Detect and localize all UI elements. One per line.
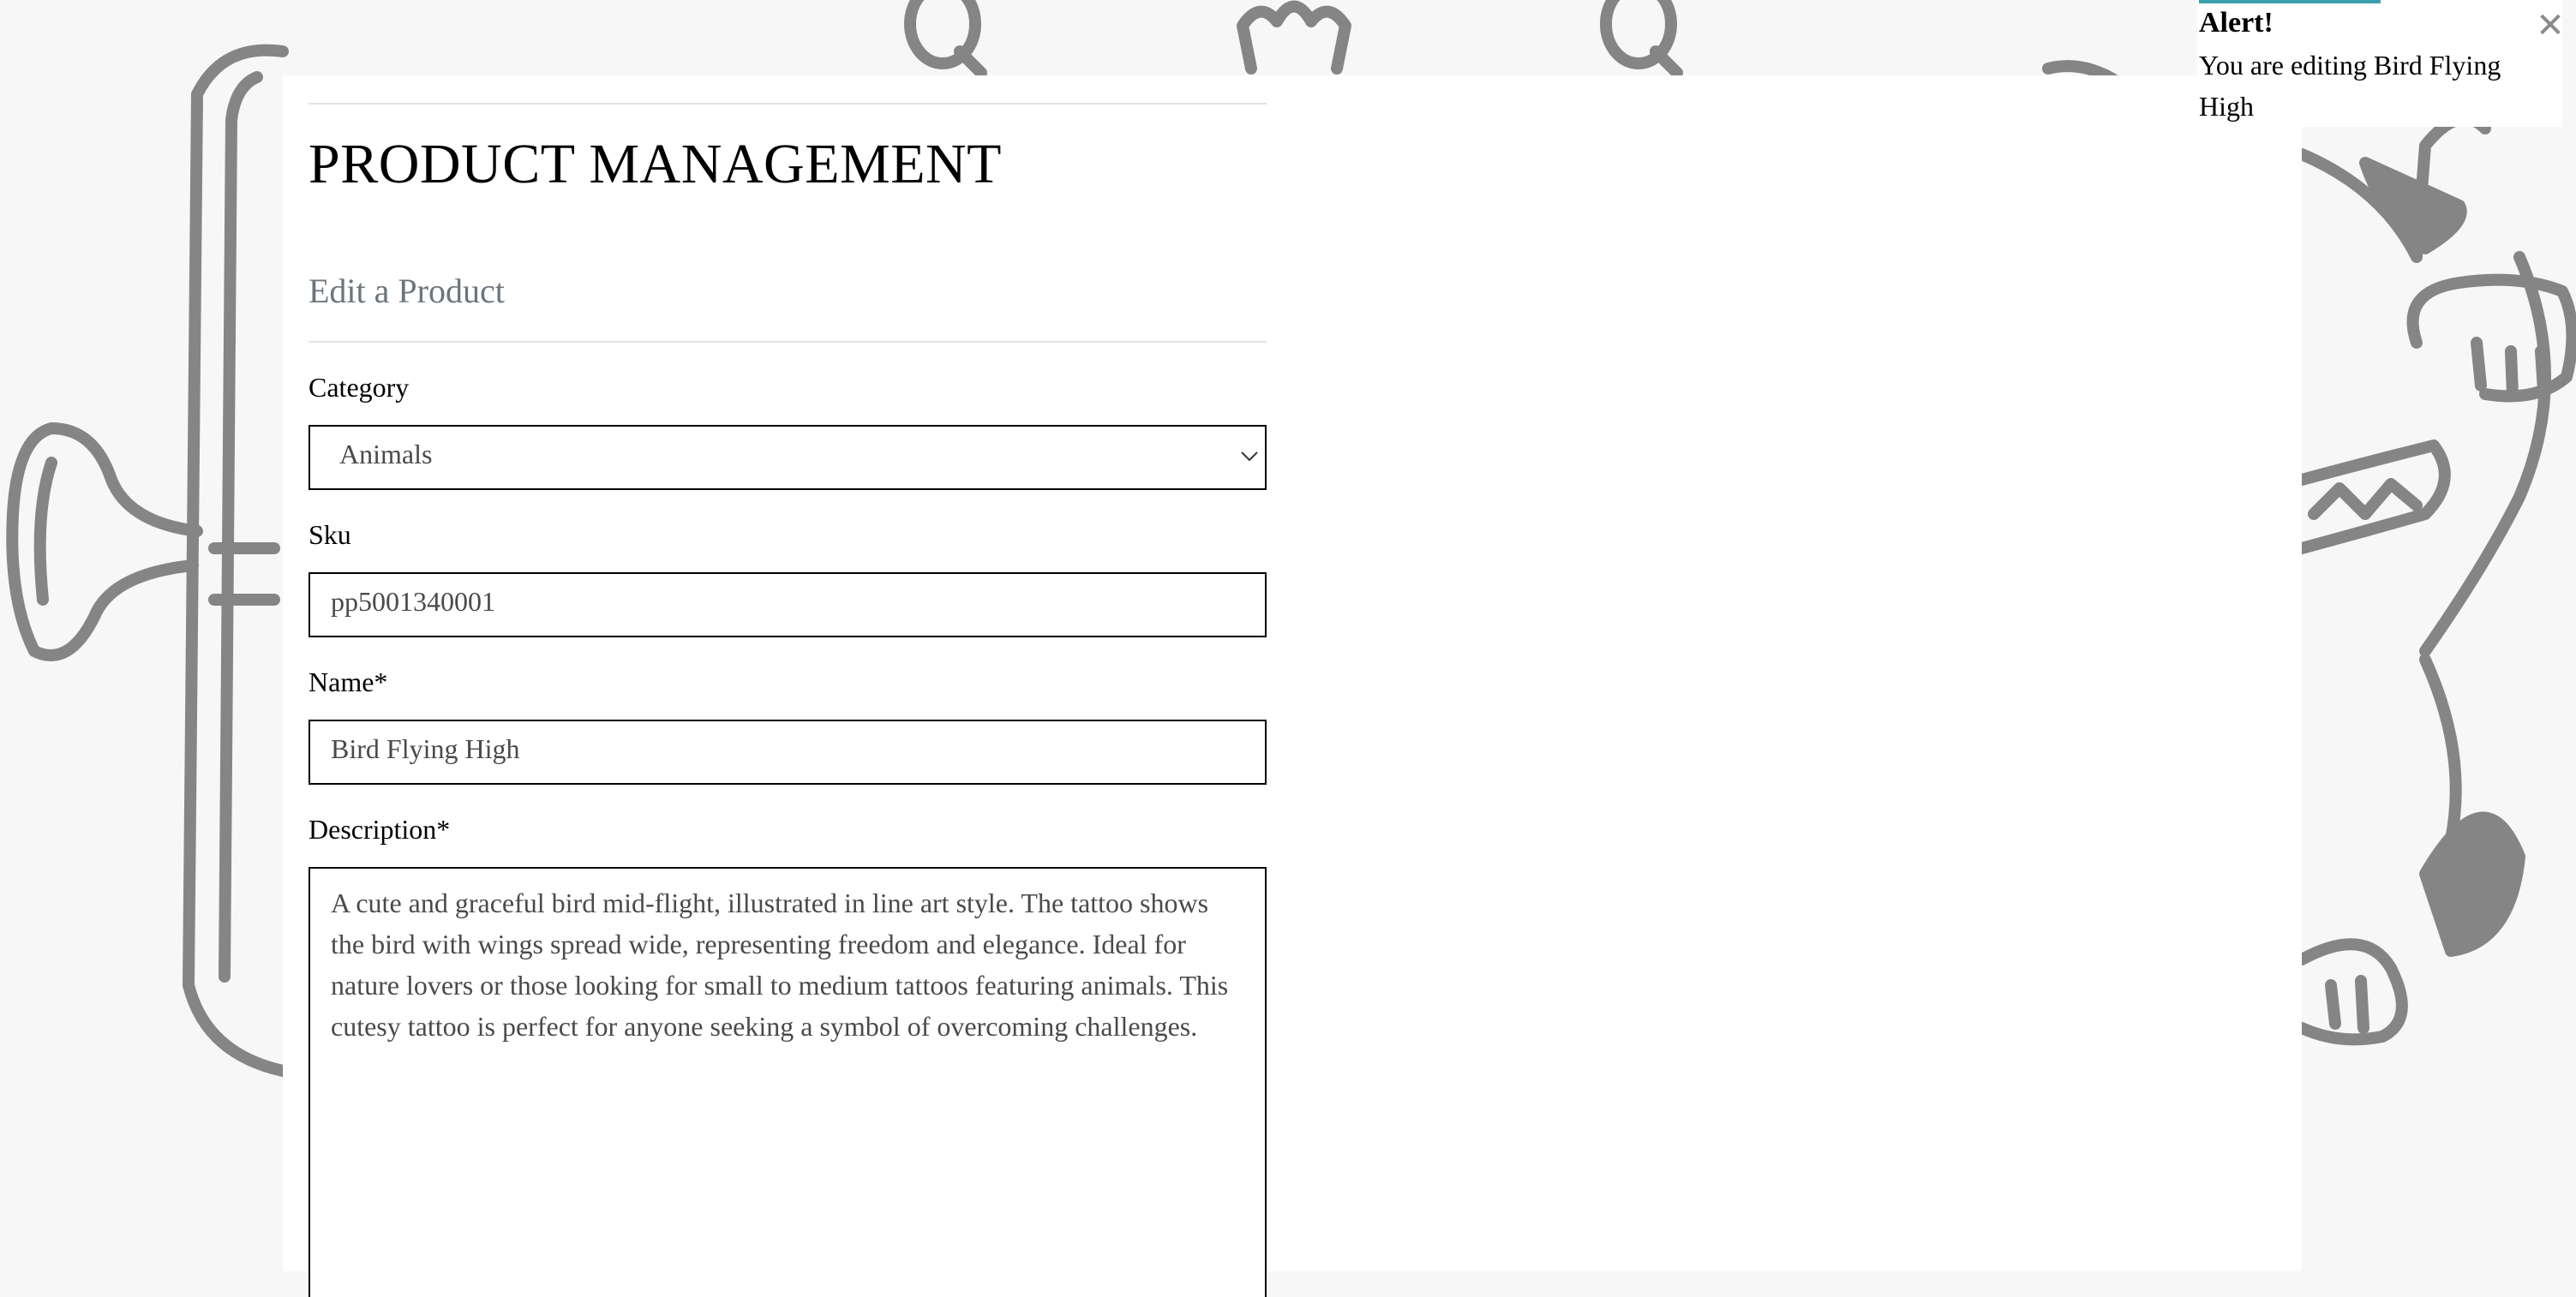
description-textarea[interactable]: A cute and graceful bird mid-flight, ill… <box>309 867 1267 1297</box>
name-input-value: Bird Flying High <box>331 733 520 764</box>
sku-input-value: pp5001340001 <box>331 586 495 617</box>
description-text: A cute and graceful bird mid-flight, ill… <box>331 888 1229 1042</box>
page-title: PRODUCT MANAGEMENT <box>309 133 1002 195</box>
section-title: Edit a Product <box>309 272 505 310</box>
sku-input[interactable]: pp5001340001 <box>309 572 1267 637</box>
alert-title: Alert! <box>2199 7 2273 39</box>
category-select[interactable]: Animals <box>309 425 1267 490</box>
category-label: Category <box>309 372 410 403</box>
main-panel: PRODUCT MANAGEMENT Edit a Product Catego… <box>283 75 2302 1297</box>
chevron-down-icon <box>1241 451 1258 462</box>
sku-label: Sku <box>309 519 351 550</box>
description-label: Description* <box>309 814 451 845</box>
name-label: Name* <box>309 666 388 697</box>
category-selected-value: Animals <box>339 439 433 469</box>
close-icon[interactable]: ✕ <box>2533 5 2567 46</box>
name-input[interactable]: Bird Flying High <box>309 720 1267 785</box>
section-divider <box>309 341 1267 343</box>
alert-message: You are editing Bird Flying High <box>2199 50 2501 122</box>
alert-progress-bar <box>2199 0 2381 3</box>
top-divider <box>309 103 1267 105</box>
alert-toast: Alert! You are editing Bird Flying High <box>2197 0 2562 127</box>
